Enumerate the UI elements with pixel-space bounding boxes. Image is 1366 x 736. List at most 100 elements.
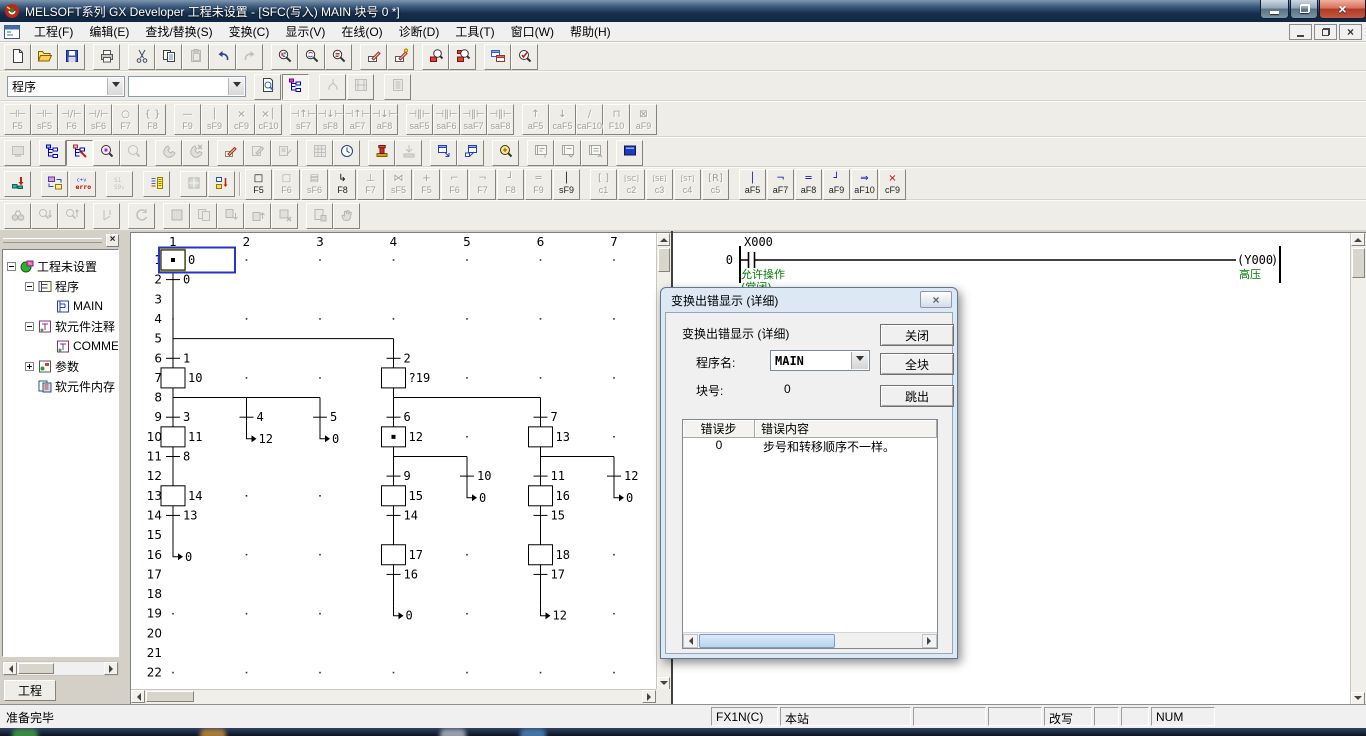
sfc-hscrollbar[interactable] (131, 689, 656, 704)
application-instruction-button[interactable]: { }F8 (139, 104, 166, 135)
transfer-setup-button[interactable] (155, 140, 182, 166)
monitor-2-button[interactable] (554, 140, 581, 166)
parallel-falling-button[interactable]: ⊣‖⊢saF8 (487, 104, 514, 135)
mdi-child-icon[interactable] (4, 25, 20, 39)
clock-setting-button[interactable] (333, 140, 360, 166)
dialog-close-button[interactable]: × (920, 291, 952, 308)
parallel-open-button[interactable]: ⊣‖⊢saF5 (406, 104, 433, 135)
device-memory-button[interactable] (306, 140, 333, 166)
paste-button[interactable] (182, 44, 209, 70)
restore-button[interactable] (1290, 0, 1318, 19)
find-string-button[interactable] (325, 44, 352, 70)
transfer-disconnect-button[interactable] (182, 140, 209, 166)
scroll-thumb[interactable] (1352, 248, 1365, 278)
block-parameter-button[interactable] (180, 171, 207, 197)
sfc-dummy-jump-button[interactable]: ⋈sF5 (385, 169, 412, 200)
mdi-minimize-button[interactable] (1289, 24, 1312, 40)
scroll-left-button[interactable] (131, 690, 145, 703)
menu-item-1[interactable]: 工程(F) (26, 21, 81, 42)
sfc-selection-convergence-button[interactable]: ┘F8 (497, 169, 524, 200)
scroll-up-button[interactable] (657, 233, 670, 246)
cut-button[interactable] (128, 44, 155, 70)
sfc-se-attribute-button[interactable]: [SE]c3 (646, 169, 673, 200)
combo-dropdown-icon[interactable] (107, 78, 123, 95)
dialog-title-bar[interactable]: 变换出错显示 (详细) × (661, 288, 957, 312)
download-button[interactable] (395, 140, 422, 166)
tree-item-2[interactable]: 程序 (3, 276, 118, 296)
undo-button[interactable] (209, 44, 236, 70)
block-delete-button[interactable] (244, 203, 271, 229)
write-mode-button[interactable] (360, 44, 387, 70)
tree-expander-icon[interactable] (25, 322, 34, 331)
tree-expander-icon[interactable] (25, 362, 34, 371)
scroll-thumb[interactable] (699, 634, 835, 648)
combo-dropdown-button[interactable] (851, 352, 868, 369)
open-contact-button[interactable]: ⊣⊢F5 (4, 104, 31, 135)
monitor-3-button[interactable] (581, 140, 608, 166)
menu-item-5[interactable]: 显示(V) (277, 21, 333, 42)
ladder-vscrollbar[interactable] (1350, 233, 1366, 705)
drag-button[interactable] (333, 203, 360, 229)
find-next-button[interactable] (31, 203, 58, 229)
ladder-gray-2-button[interactable] (271, 140, 298, 166)
open-window-1-button[interactable] (430, 140, 457, 166)
find-binoculars-button[interactable] (4, 203, 31, 229)
menu-item-6[interactable]: 在线(O) (333, 21, 390, 42)
menu-item-7[interactable]: 诊断(D) (391, 21, 448, 42)
edge-relay-button[interactable]: ⊓F10 (603, 104, 630, 135)
scroll-right-button[interactable] (642, 690, 656, 703)
sfc-draw-simul-convergence-button[interactable]: ⇒aF10 (851, 169, 878, 200)
error-list-row-1[interactable]: 0步号和转移顺序不一样。 (683, 438, 937, 454)
device-test-button[interactable] (4, 140, 31, 166)
invert-operation-button[interactable]: ∕caF10 (576, 104, 603, 135)
monitor-1-button[interactable] (527, 140, 554, 166)
close-button[interactable]: × (1319, 0, 1366, 19)
sfc-no-attribute-button[interactable]: [ ]c1 (590, 169, 617, 200)
sfc-jump-button[interactable]: ↳F8 (329, 169, 356, 200)
sfc-simultaneous-convergence-button[interactable]: ═F9 (525, 169, 552, 200)
scroll-right-button[interactable] (922, 634, 937, 648)
sfc-simultaneous-divergence-button[interactable]: ¬F7 (469, 169, 496, 200)
parallel-rising-button[interactable]: ⊣‖⊢saF7 (460, 104, 487, 135)
zoom-monitor-button[interactable] (492, 140, 519, 166)
error-step-header[interactable]: 错误步 (683, 420, 755, 438)
sfc-convert-button[interactable] (4, 171, 31, 197)
find-button[interactable] (271, 44, 298, 70)
save-button[interactable] (58, 44, 85, 70)
panel-grip[interactable] (3, 238, 102, 243)
menu-item-2[interactable]: 编辑(E) (81, 21, 137, 42)
tree-item-5[interactable]: COMMENT (3, 336, 118, 356)
project-tree-toggle-button[interactable] (282, 74, 309, 100)
sfc-selection-divergence-button[interactable]: ⌐F6 (441, 169, 468, 200)
block-copy-button[interactable] (190, 203, 217, 229)
delete-wire-button[interactable]: ⊠aF9 (630, 104, 657, 135)
falling-pulse-close-button[interactable]: ⊣↓⊢aF8 (371, 104, 398, 135)
conversion-error-button[interactable]: c+verror (69, 171, 96, 197)
sfc-block-step-button[interactable]: ▤sF6 (301, 169, 328, 200)
block-insert-button[interactable] (217, 203, 244, 229)
program-name-combo[interactable]: MAIN (770, 350, 870, 371)
block-list-button[interactable] (143, 171, 170, 197)
find-device-button[interactable] (298, 44, 325, 70)
horizontal-line-button[interactable]: —F9 (174, 104, 201, 135)
project-tab[interactable]: 工程 (4, 680, 56, 701)
combo-dropdown-icon[interactable] (228, 78, 244, 95)
edit-data-button[interactable] (66, 140, 93, 166)
find-instruction-button[interactable] (120, 140, 147, 166)
new-button[interactable] (4, 44, 31, 70)
copy-button[interactable] (155, 44, 182, 70)
register-button[interactable] (306, 203, 333, 229)
sfc-end-step-button[interactable]: ⊥F7 (357, 169, 384, 200)
screen-color-button[interactable] (616, 140, 643, 166)
menu-item-3[interactable]: 查找/替换(S) (137, 21, 220, 42)
sfc-transition-button[interactable]: +F5 (413, 169, 440, 200)
tree-item-1[interactable]: 工程未设置 (3, 256, 118, 276)
rising-pulse-close-button[interactable]: ⊣↑⊢aF7 (344, 104, 371, 135)
monitor-read-mode-button[interactable] (449, 44, 476, 70)
block-down-button[interactable] (208, 171, 235, 197)
sfc-st-attribute-button[interactable]: [ST]c4 (674, 169, 701, 200)
redo-button[interactable] (236, 44, 263, 70)
tree-expander-icon[interactable] (25, 282, 34, 291)
project-tree-hscrollbar[interactable] (2, 661, 119, 676)
sfc-step-button[interactable]: □F5 (245, 169, 272, 200)
